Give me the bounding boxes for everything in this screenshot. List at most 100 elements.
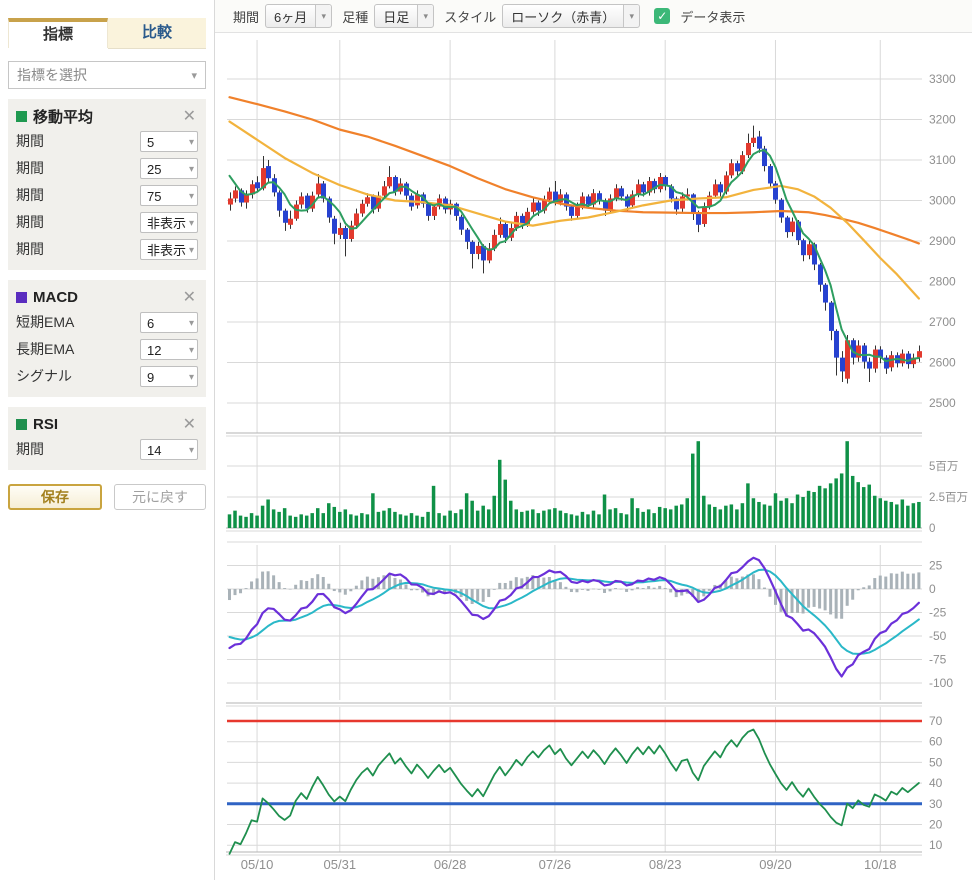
close-icon[interactable]: ✕ [181, 106, 198, 126]
svg-text:5百万: 5百万 [929, 461, 958, 473]
svg-text:10/18: 10/18 [864, 857, 897, 872]
indicator-param-row: 期間非表示▾ [16, 209, 198, 235]
sidebar-tabs: 指標 比較 [8, 18, 206, 49]
indicator-param-row: 期間非表示▾ [16, 236, 198, 262]
chevron-down-icon: ▾ [417, 5, 433, 27]
param-select[interactable]: 5▾ [140, 131, 198, 152]
period-range-select[interactable]: 6ヶ月 ▾ [265, 4, 332, 28]
indicator-param-row: 期間25▾ [16, 155, 198, 181]
param-select[interactable]: 75 ▾ [140, 185, 198, 206]
period-range-value: 6ヶ月 [266, 7, 315, 26]
svg-text:09/20: 09/20 [759, 857, 792, 872]
svg-text:50: 50 [929, 755, 943, 769]
param-label: 短期EMA [16, 312, 140, 332]
param-select[interactable]: 9▾ [140, 366, 198, 387]
svg-text:08/23: 08/23 [649, 857, 682, 872]
indicator-card-title: RSI [33, 416, 181, 433]
data-display-checkbox[interactable]: ✓ [654, 8, 670, 24]
style-select[interactable]: ローソク（赤青） ▾ [502, 4, 640, 28]
indicator-param-row: シグナル9▾ [16, 363, 198, 389]
svg-text:2700: 2700 [929, 315, 956, 329]
close-icon[interactable]: ✕ [181, 414, 198, 434]
svg-text:3300: 3300 [929, 72, 956, 86]
param-label: 期間 [16, 239, 140, 259]
param-value: 12 [147, 343, 161, 358]
chevron-down-icon: ▾ [191, 69, 197, 82]
chevron-down-icon: ▾ [189, 340, 194, 361]
chevron-down-icon: ▾ [623, 5, 639, 27]
period-label: 期間 [233, 7, 259, 26]
param-value: 75 [147, 189, 161, 204]
param-select[interactable]: 6▾ [140, 312, 198, 333]
indicator-card-title: 移動平均 [33, 106, 181, 127]
svg-text:06/28: 06/28 [434, 857, 467, 872]
param-label: 期間 [16, 212, 140, 232]
svg-text:10: 10 [929, 838, 943, 852]
svg-text:60: 60 [929, 735, 943, 749]
check-icon: ✓ [657, 9, 667, 23]
svg-text:05/31: 05/31 [324, 857, 357, 872]
param-select[interactable]: 14 ▾ [140, 439, 198, 460]
param-label: 期間 [16, 131, 140, 151]
param-label: 期間 [16, 185, 140, 205]
indicator-param-row: 短期EMA6▾ [16, 309, 198, 335]
sidebar-actions: 保存 元に戻す [8, 484, 206, 510]
param-value: 9 [147, 370, 154, 385]
chevron-down-icon: ▾ [189, 440, 194, 461]
svg-text:-50: -50 [929, 629, 947, 643]
svg-text:2800: 2800 [929, 275, 956, 289]
close-icon[interactable]: ✕ [181, 287, 198, 307]
bar-type-label: 足種 [342, 7, 368, 26]
style-value: ローソク（赤青） [503, 7, 623, 26]
svg-text:05/10: 05/10 [241, 857, 274, 872]
svg-text:-75: -75 [929, 653, 947, 667]
chevron-down-icon: ▾ [189, 159, 194, 180]
param-select[interactable]: 12 ▾ [140, 339, 198, 360]
param-select[interactable]: 25▾ [140, 158, 198, 179]
param-select[interactable]: 非表示▾ [140, 212, 198, 233]
svg-text:2900: 2900 [929, 234, 956, 248]
svg-text:2500: 2500 [929, 396, 956, 410]
param-label: 期間 [16, 158, 140, 178]
param-value: 非表示 [147, 216, 186, 231]
param-label: 長期EMA [16, 339, 140, 359]
indicator-param-row: 長期EMA 12 ▾ [16, 336, 198, 362]
save-button[interactable]: 保存 [8, 484, 102, 510]
indicator-card: 移動平均✕期間5▾期間25▾期間75▾期間非表示▾期間非表示▾ [8, 99, 206, 270]
indicator-card: RSI✕ 期間 14 ▾ [8, 407, 206, 470]
data-display-label: データ表示 [680, 7, 745, 26]
param-label: 期間 [16, 439, 140, 459]
svg-text:07/26: 07/26 [539, 857, 572, 872]
indicator-select[interactable]: 指標を選択 ▾ [8, 61, 206, 89]
tab-indicators[interactable]: 指標 [8, 18, 108, 48]
chevron-down-icon: ▾ [315, 5, 331, 27]
param-value: 14 [147, 443, 161, 458]
svg-text:0: 0 [929, 523, 935, 535]
svg-text:2.5百万: 2.5百万 [929, 492, 968, 504]
svg-text:3100: 3100 [929, 153, 956, 167]
svg-text:25: 25 [929, 559, 943, 573]
indicator-param-row: 期間 75 ▾ [16, 182, 198, 208]
indicator-swatch-icon [16, 419, 27, 430]
param-value: 5 [147, 135, 154, 150]
param-value: 6 [147, 316, 154, 331]
stock-chart[interactable]: 3300320031003000290028002700260025005百万2… [215, 33, 972, 880]
bar-type-value: 日足 [375, 7, 417, 26]
param-value: 非表示 [147, 243, 186, 258]
svg-text:20: 20 [929, 818, 943, 832]
indicator-param-row: 期間 14 ▾ [16, 436, 198, 462]
svg-text:-25: -25 [929, 606, 947, 620]
param-select[interactable]: 非表示▾ [140, 239, 198, 260]
chevron-down-icon: ▾ [189, 132, 194, 153]
chart-toolbar: 期間 6ヶ月 ▾ 足種 日足 ▾ スタイル ローソク（赤青） ▾ ✓ データ表示 [215, 0, 972, 33]
indicator-select-placeholder: 指標を選択 [17, 65, 87, 85]
chevron-down-icon: ▾ [189, 213, 194, 234]
reset-button[interactable]: 元に戻す [114, 484, 206, 510]
chevron-down-icon: ▾ [189, 186, 194, 207]
bar-type-select[interactable]: 日足 ▾ [374, 4, 434, 28]
svg-text:-100: -100 [929, 676, 953, 690]
indicator-card-title: MACD [33, 289, 181, 306]
tab-compare[interactable]: 比較 [108, 18, 206, 49]
svg-text:0: 0 [929, 582, 936, 596]
indicator-swatch-icon [16, 292, 27, 303]
